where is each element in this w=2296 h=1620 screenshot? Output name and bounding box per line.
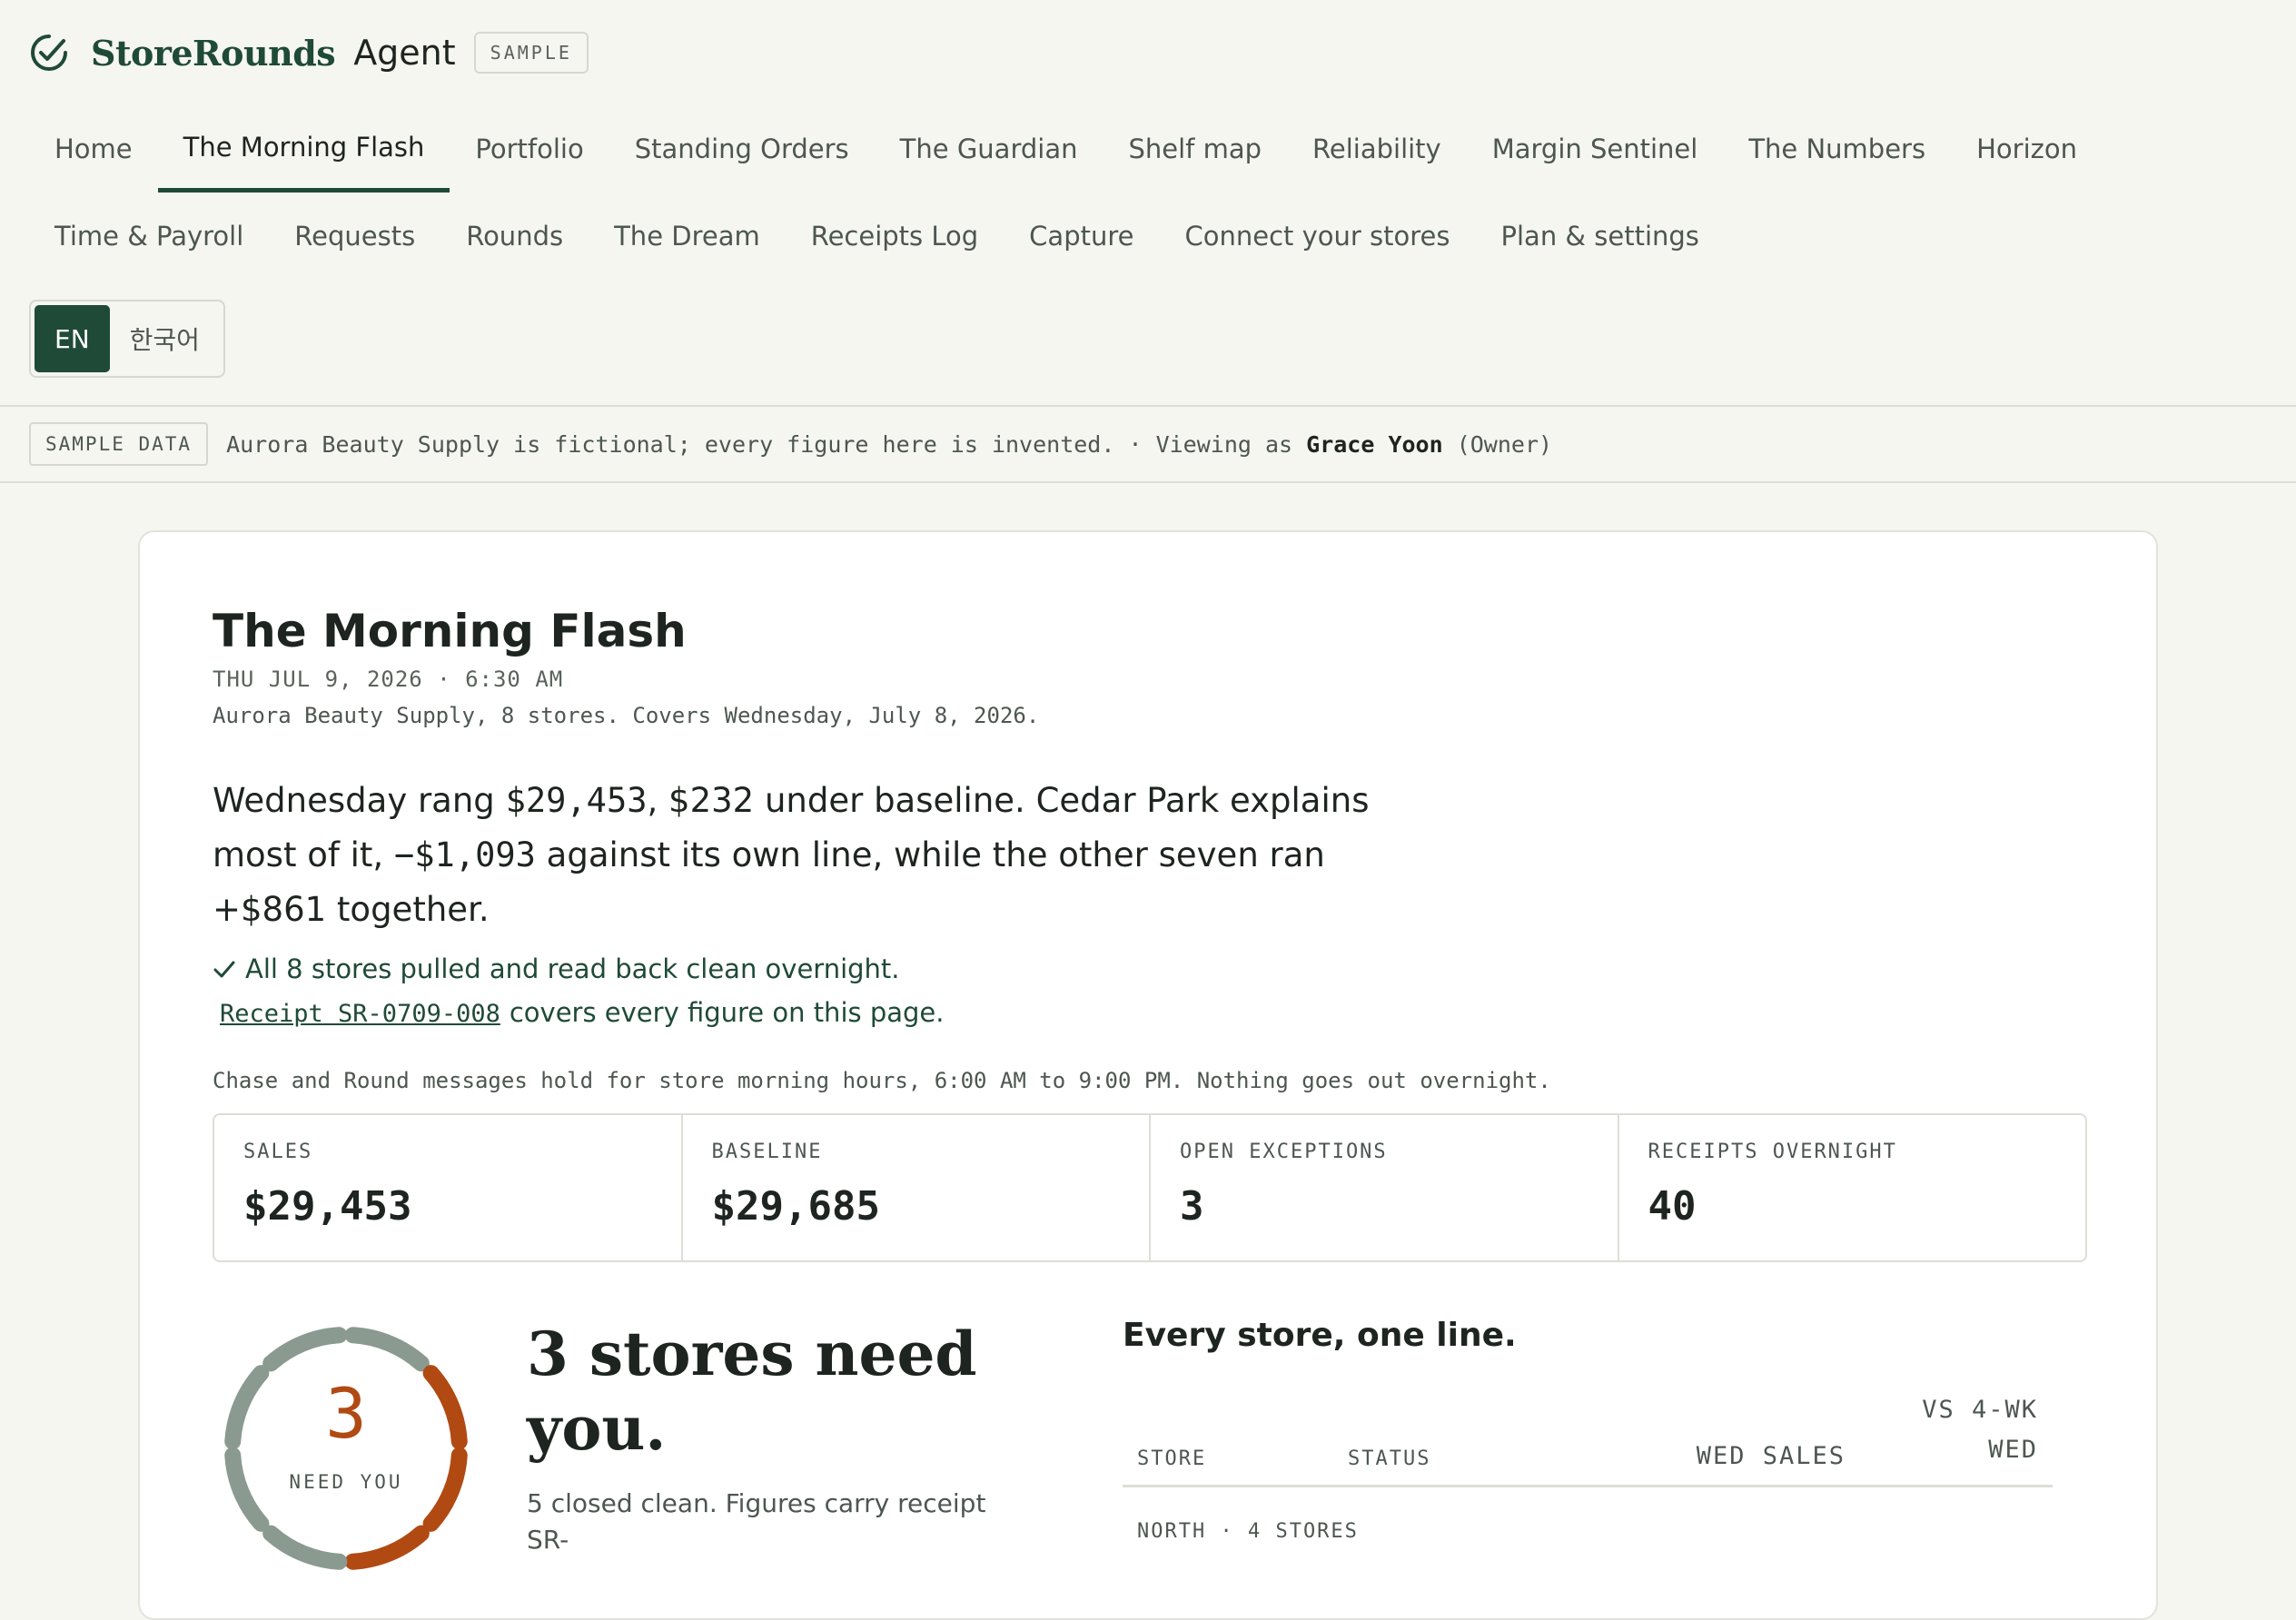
store-group-north: NORTH · 4 STORES xyxy=(1137,1520,1359,1543)
nav-item-horizon[interactable]: Horizon xyxy=(1951,105,2103,193)
kpi-value: $29,453 xyxy=(243,1183,412,1230)
nav-item-reliability[interactable]: Reliability xyxy=(1287,105,1467,193)
need-title: 3 stores need you. xyxy=(527,1319,977,1464)
brand-bar: StoreRounds Agent SAMPLE xyxy=(29,0,2267,105)
nav-item-portfolio[interactable]: Portfolio xyxy=(450,105,609,193)
col-wed-sales[interactable]: WED SALES xyxy=(1657,1442,1846,1470)
check-icon xyxy=(213,961,235,978)
col-vs-4wk-line2: WED xyxy=(1988,1436,2038,1464)
kpi-receipts-overnight: RECEIPTS OVERNIGHT 40 xyxy=(1619,1115,2086,1260)
pull-status-text: All 8 stores pulled and read back clean … xyxy=(245,953,900,984)
nav-item-the-morning-flash[interactable]: The Morning Flash xyxy=(157,105,450,193)
need-you-label: NEED YOU xyxy=(289,1471,403,1493)
page-title: The Morning Flash xyxy=(213,605,687,657)
need-subtitle: 5 closed clean. Figures carry receipt SR… xyxy=(527,1488,986,1555)
kpi-open-exceptions: OPEN EXCEPTIONS 3 xyxy=(1151,1115,1619,1260)
ring-segment-clean xyxy=(262,1525,348,1570)
stores-table-header: STORE STATUS WED SALES VS 4-WK WED xyxy=(1123,1390,2053,1487)
lang-ko-button[interactable]: 한국어 xyxy=(110,305,220,372)
nav-item-rounds[interactable]: Rounds xyxy=(440,193,589,280)
lede-sales: $29,453 xyxy=(505,781,648,820)
need-you-ring: 3 NEED YOU xyxy=(214,1317,478,1580)
nav-item-margin-sentinel[interactable]: Margin Sentinel xyxy=(1467,105,1724,193)
brand-suffix: Agent xyxy=(353,33,456,73)
kpi-baseline: BASELINE $29,685 xyxy=(683,1115,1151,1260)
kpi-label: BASELINE xyxy=(711,1141,823,1163)
main-nav-row-1: Home The Morning Flash Portfolio Standing O… xyxy=(29,105,2267,193)
ring-segment-needs-you xyxy=(344,1525,430,1570)
nav-item-the-dream[interactable]: The Dream xyxy=(589,193,786,280)
ring-segment-clean xyxy=(344,1327,430,1372)
need-summary: 3 stores need you. 5 closed clean. Figur… xyxy=(527,1317,1017,1580)
kpi-label: OPEN EXCEPTIONS xyxy=(1180,1141,1388,1163)
lede-paragraph: Wednesday rang $29,453, $232 under basel… xyxy=(213,774,1375,937)
lede-gap: −$1,093 xyxy=(393,835,536,874)
nav-item-time-payroll[interactable]: Time & Payroll xyxy=(29,193,269,280)
kpi-value: 3 xyxy=(1180,1183,1204,1230)
col-vs-4wk[interactable]: VS 4-WK WED xyxy=(1846,1390,2053,1470)
nav-item-standing-orders[interactable]: Standing Orders xyxy=(609,105,875,193)
nav-item-the-guardian[interactable]: The Guardian xyxy=(875,105,1103,193)
receipt-text: covers every figure on this page. xyxy=(509,997,945,1028)
ring-segment-clean xyxy=(262,1327,348,1372)
dateline: THU JUL 9, 2026 · 6:30 AM xyxy=(213,667,564,692)
nav-item-capture[interactable]: Capture xyxy=(1004,193,1159,280)
nav-item-home[interactable]: Home xyxy=(29,105,158,193)
col-store[interactable]: STORE xyxy=(1123,1447,1348,1470)
language-switch: EN 한국어 xyxy=(29,300,225,378)
kpi-label: RECEIPTS OVERNIGHT xyxy=(1648,1141,1897,1163)
lang-en-button[interactable]: EN xyxy=(35,305,110,372)
sample-data-tag: SAMPLE DATA xyxy=(29,422,209,466)
coverage-line: Aurora Beauty Supply, 8 stores. Covers W… xyxy=(213,703,1040,728)
kpi-label: SALES xyxy=(243,1141,313,1163)
stores-title: Every store, one line. xyxy=(1123,1317,1517,1354)
kpi-value: $29,685 xyxy=(711,1183,880,1230)
kpi-sales: SALES $29,453 xyxy=(214,1115,683,1260)
col-status[interactable]: STATUS xyxy=(1348,1447,1657,1470)
app-header: StoreRounds Agent SAMPLE Home The Morning… xyxy=(0,0,2296,405)
brand-name[interactable]: StoreRounds xyxy=(91,33,336,74)
check-circle-icon xyxy=(31,35,67,71)
hold-notice: Chase and Round messages hold for store … xyxy=(213,1068,1551,1093)
viewing-as-label: · Viewing as xyxy=(1114,430,1307,458)
viewing-user: Grace Yoon xyxy=(1306,430,1443,458)
kpi-strip: SALES $29,453 BASELINE $29,685 OPEN EXCEPTIO… xyxy=(213,1113,2087,1262)
receipt-link[interactable]: Receipt SR-0709-008 xyxy=(220,1000,500,1028)
need-you-count: 3 xyxy=(325,1373,367,1454)
pull-status: All 8 stores pulled and read back clean … xyxy=(213,953,2083,984)
col-vs-4wk-line1: VS 4-WK xyxy=(1922,1396,2038,1424)
morning-flash-card: The Morning Flash THU JUL 9, 2026 · 6:30… xyxy=(138,530,2158,1620)
nav-item-the-numbers[interactable]: The Numbers xyxy=(1723,105,1951,193)
nav-item-shelf-map[interactable]: Shelf map xyxy=(1103,105,1287,193)
kpi-value: 40 xyxy=(1648,1183,1697,1230)
stores-table: Every store, one line. STORE STATUS WED … xyxy=(1123,1317,2053,1580)
nav-item-connect-your-stores[interactable]: Connect your stores xyxy=(1159,193,1475,280)
sample-data-text: Aurora Beauty Supply is fictional; every… xyxy=(226,430,1115,458)
lede-part: Wednesday rang xyxy=(213,781,506,820)
viewing-role: (Owner) xyxy=(1442,430,1553,458)
sample-data-bar: SAMPLE DATA Aurora Beauty Supply is fict… xyxy=(0,405,2296,483)
sample-badge: SAMPLE xyxy=(473,32,589,74)
lower-section: 3 NEED YOU 3 stores need you. 5 closed c… xyxy=(213,1317,2083,1580)
nav-item-requests[interactable]: Requests xyxy=(269,193,440,280)
main-nav-row-2: Time & Payroll Requests Rounds The Dream Rec… xyxy=(29,193,2267,280)
nav-item-plan-settings[interactable]: Plan & settings xyxy=(1476,193,1725,280)
nav-item-receipts-log[interactable]: Receipts Log xyxy=(786,193,1004,280)
receipt-line: Receipt SR-0709-008 covers every figure o… xyxy=(213,997,2083,1028)
